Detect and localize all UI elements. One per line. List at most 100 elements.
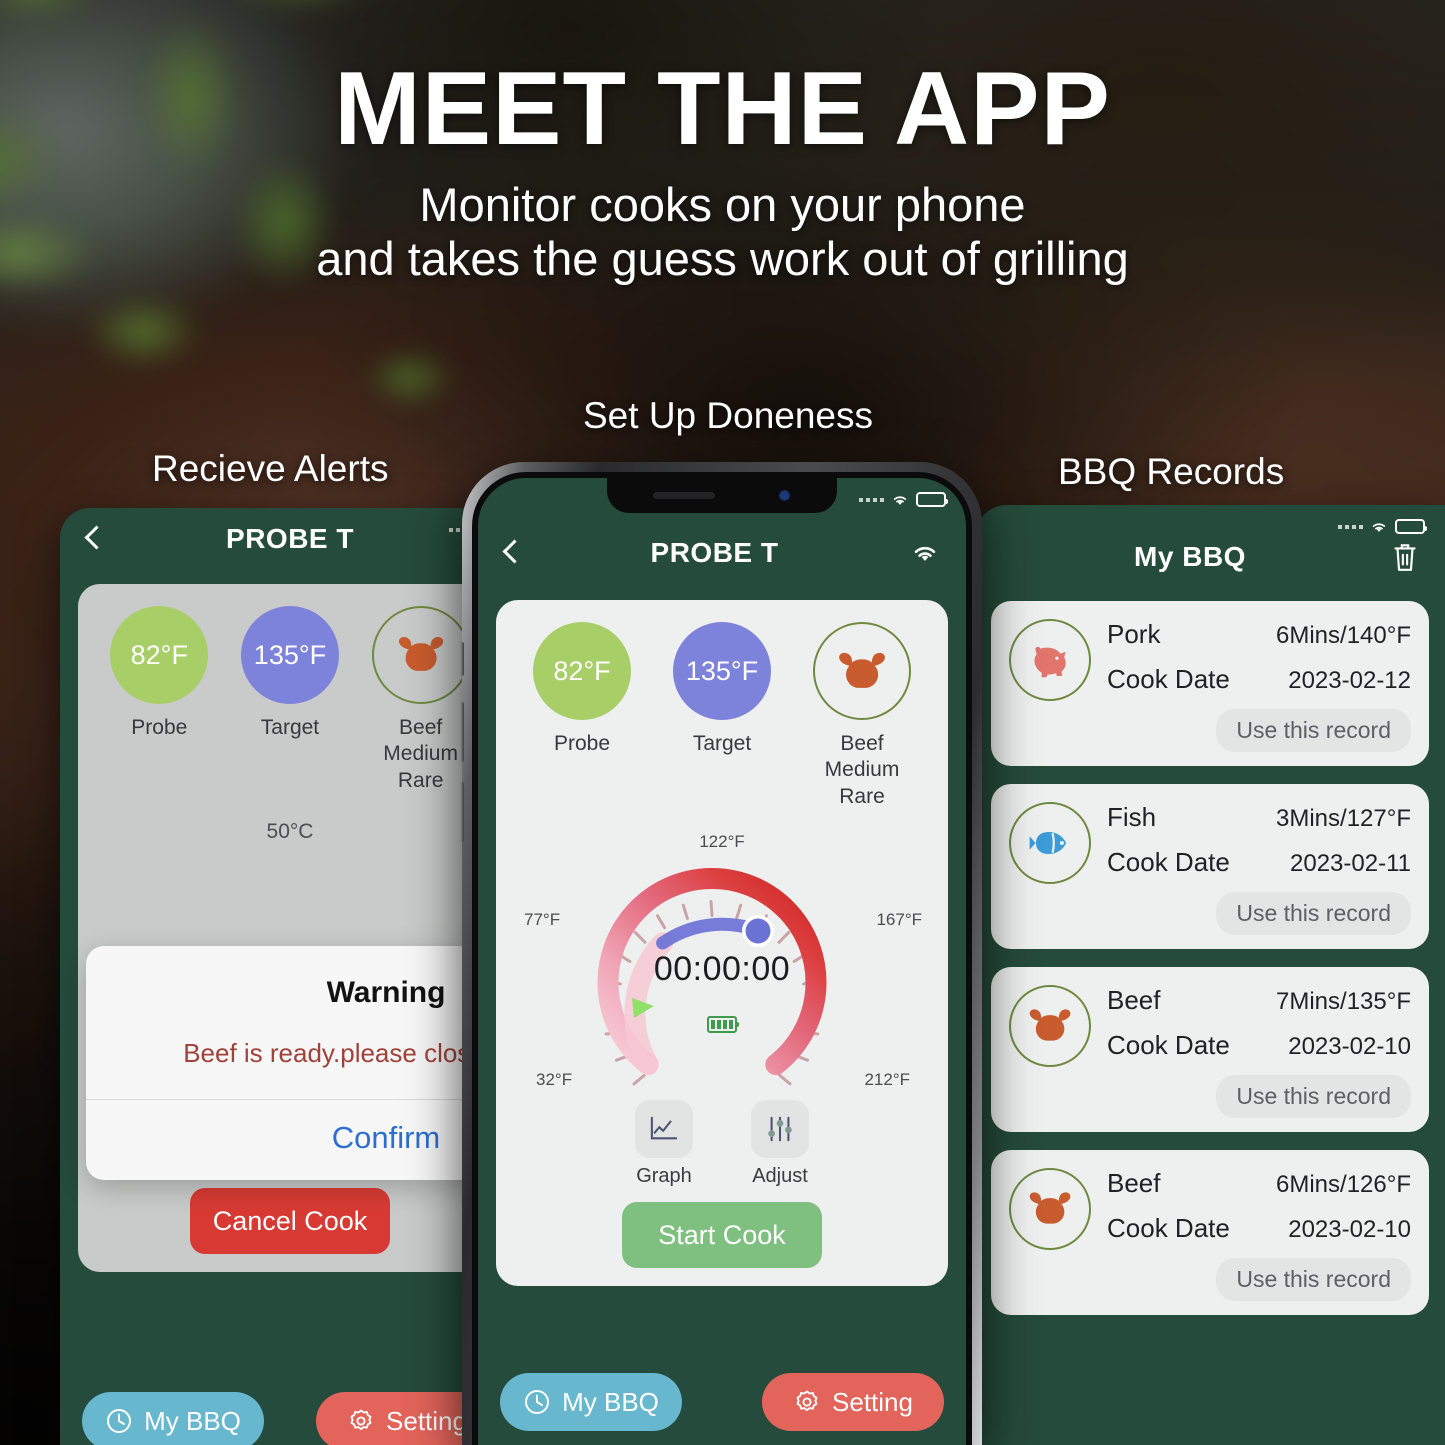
readout-target-left[interactable]: 135°F Target: [225, 606, 354, 741]
phone-center-doneness: PROBE T 82°F Probe 135°F Target Beef Med…: [460, 462, 982, 1445]
probe-value: 82°F: [533, 622, 631, 720]
wifi-icon[interactable]: [910, 542, 940, 564]
use-this-record-button[interactable]: Use this record: [1216, 892, 1411, 935]
my-bbq-button-center[interactable]: My BBQ: [500, 1373, 682, 1431]
graph-icon: [635, 1099, 693, 1158]
record-date: 2023-02-10: [1288, 1033, 1411, 1060]
phone-right-records: My BBQ Pork 6Mins/140°F Cook Date 2023-0…: [975, 505, 1445, 1445]
adjust-tool-center[interactable]: Adjust: [751, 1099, 809, 1188]
gear-icon: [350, 1409, 372, 1431]
meat-label-line-3: Rare: [839, 784, 885, 808]
signal-dots-icon: [859, 497, 884, 502]
caption-bbq-records: BBQ Records: [1058, 451, 1285, 492]
tool-row-center: Graph Adjust: [512, 1099, 932, 1188]
warning-dialog-message: Beef is ready.please close it in time: [183, 1038, 520, 1068]
record-body: Pork 6Mins/140°F Cook Date 2023-02-12 Us…: [1107, 619, 1411, 752]
use-this-record-button[interactable]: Use this record: [1216, 1258, 1411, 1301]
record-date-label: Cook Date: [1107, 664, 1230, 694]
header-title-right: My BBQ: [1134, 541, 1246, 572]
beef-icon: [371, 606, 470, 704]
meat-label-line-1: Beef: [840, 732, 884, 755]
record-body: Fish 3Mins/127°F Cook Date 2023-02-11 Us…: [1107, 802, 1411, 935]
target-label: Target: [260, 716, 320, 739]
graph-label: Graph: [636, 1164, 692, 1187]
table-row[interactable]: Beef 6Mins/126°F Cook Date 2023-02-10 Us…: [991, 1150, 1429, 1315]
record-meta: 6Mins/126°F: [1276, 1171, 1411, 1198]
front-camera: [780, 491, 789, 500]
caption-recieve-alerts: Recieve Alerts: [152, 448, 389, 489]
record-name: Beef: [1107, 1168, 1161, 1198]
record-meta: 3Mins/127°F: [1276, 805, 1411, 832]
record-date: 2023-02-10: [1288, 1216, 1411, 1243]
graph-tool-center[interactable]: Graph: [635, 1099, 693, 1188]
confirm-button[interactable]: Confirm: [86, 1100, 520, 1180]
caption-set-up-doneness: Set Up Doneness: [583, 395, 874, 436]
use-this-record-button[interactable]: Use this record: [1216, 709, 1411, 752]
gauge-temp-label-left: 50°C: [266, 819, 314, 843]
phone-bezel: PROBE T 82°F Probe 135°F Target Beef Med…: [472, 472, 972, 1445]
readout-row-center: 82°F Probe 135°F Target Beef Medium Rare: [512, 622, 932, 810]
my-bbq-button-left[interactable]: My BBQ: [82, 1392, 264, 1445]
probe-card-center: 82°F Probe 135°F Target Beef Medium Rare…: [496, 600, 948, 1286]
hero-section: MEET THE APP Monitor cooks on your phone…: [0, 0, 1445, 286]
phone-notch: [607, 478, 837, 513]
earpiece-speaker: [653, 492, 715, 499]
phone-left-alerts: PROBE T 82°F Probe 135°F Target Beef Medi…: [60, 508, 520, 1445]
back-button[interactable]: [86, 526, 101, 552]
start-cook-button[interactable]: Start Cook: [622, 1201, 822, 1268]
setting-button-center[interactable]: Setting: [762, 1373, 944, 1431]
cancel-cook-button[interactable]: Cancel Cook: [190, 1187, 390, 1254]
record-date: 2023-02-12: [1288, 667, 1411, 694]
bbq-records-list: Pork 6Mins/140°F Cook Date 2023-02-12 Us…: [975, 591, 1445, 1315]
volume-down-button[interactable]: [460, 782, 464, 842]
my-bbq-label-left: My BBQ: [144, 1405, 241, 1436]
page-title: MEET THE APP: [334, 51, 1111, 167]
target-label: Target: [692, 732, 752, 755]
wifi-icon: [893, 496, 907, 505]
status-bar-center: [859, 478, 966, 507]
pork-icon: [1009, 619, 1091, 701]
back-button[interactable]: [504, 540, 519, 566]
hero-subtitle-line-1: Monitor cooks on your phone: [419, 178, 1026, 232]
target-value: 135°F: [240, 606, 339, 704]
temperature-gauge[interactable]: 00:00:00 122°F 77°F 167°F 32°F 212°F: [512, 832, 932, 1090]
table-row[interactable]: Fish 3Mins/127°F Cook Date 2023-02-11 Us…: [991, 784, 1429, 949]
readout-row-left: 82°F Probe 135°F Target Beef Medium Rare: [94, 606, 486, 794]
beef-icon: [1009, 985, 1091, 1067]
phone-screen: PROBE T 82°F Probe 135°F Target Beef Med…: [478, 478, 966, 1445]
beef-icon: [813, 622, 911, 720]
record-body: Beef 6Mins/126°F Cook Date 2023-02-10 Us…: [1107, 1168, 1411, 1301]
readout-probe-left: 82°F Probe: [95, 606, 224, 741]
volume-up-button[interactable]: [460, 702, 464, 762]
gauge-tick-left: 77°F: [524, 909, 561, 929]
table-row[interactable]: Beef 7Mins/135°F Cook Date 2023-02-10 Us…: [991, 967, 1429, 1132]
probe-label: Probe: [131, 716, 188, 739]
setting-label-left: Setting: [386, 1405, 467, 1436]
trash-icon[interactable]: [1391, 541, 1419, 573]
gauge-knob: [745, 918, 771, 944]
probe-label: Probe: [553, 732, 611, 755]
gauge-tick-bottom-right: 212°F: [864, 1069, 910, 1089]
meat-label-line-2: Medium: [824, 758, 900, 782]
probe-value: 82°F: [110, 606, 209, 704]
app-header-center: PROBE T: [478, 522, 966, 584]
record-meta: 7Mins/135°F: [1276, 988, 1411, 1015]
mute-switch[interactable]: [460, 642, 464, 676]
signal-dots-icon: [1338, 524, 1363, 529]
clock-icon: [525, 1390, 550, 1414]
record-body: Beef 7Mins/135°F Cook Date 2023-02-10 Us…: [1107, 985, 1411, 1118]
sliders-icon: [751, 1099, 809, 1158]
probe-battery-icon: [707, 1015, 739, 1033]
record-date-label: Cook Date: [1107, 1030, 1230, 1060]
readout-target-center[interactable]: 135°F Target: [653, 622, 792, 757]
record-date-label: Cook Date: [1107, 847, 1230, 877]
table-row[interactable]: Pork 6Mins/140°F Cook Date 2023-02-12 Us…: [991, 601, 1429, 766]
record-name: Beef: [1107, 985, 1161, 1015]
readout-meat-center[interactable]: Beef Medium Rare: [793, 622, 932, 810]
meat-label: Beef Medium Rare: [793, 731, 932, 810]
use-this-record-button[interactable]: Use this record: [1216, 1075, 1411, 1118]
bottom-nav-center: My BBQ Setting: [478, 1373, 966, 1445]
gauge-tick-right: 167°F: [876, 909, 922, 929]
clock-icon: [107, 1409, 132, 1433]
gauge-tick-top: 122°F: [699, 831, 745, 851]
